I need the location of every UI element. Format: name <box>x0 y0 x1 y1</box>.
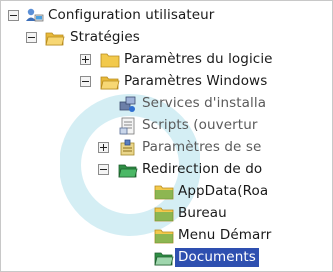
tree-item-label-selected: Documents <box>175 248 259 267</box>
expand-toggle[interactable] <box>80 54 91 65</box>
collapse-toggle[interactable] <box>98 164 109 175</box>
folder-open-icon <box>154 252 174 266</box>
tree-item-label: Paramètres du logicie <box>124 51 273 67</box>
tree-item-parametres-windows[interactable]: Paramètres Windows <box>0 72 333 93</box>
services-icon <box>119 96 136 112</box>
tree-item-label: Configuration utilisateur <box>48 7 215 23</box>
tree-item-appdata[interactable]: AppData(Roa <box>0 182 333 203</box>
tree-item-services-installation[interactable]: Services d'installa <box>0 94 333 115</box>
tree-item-label: Scripts (ouvertur <box>142 117 258 133</box>
tree-item-menu-demarrer[interactable]: Menu Démarr <box>0 226 333 247</box>
tree-item-label: Bureau <box>178 205 227 221</box>
folder-open-icon <box>45 32 65 46</box>
user-config-icon <box>26 8 44 22</box>
tree-item-label: Paramètres Windows <box>124 73 268 89</box>
tree-item-label: Services d'installa <box>142 95 267 111</box>
script-icon <box>119 117 135 135</box>
tree-item-parametres-logiciel[interactable]: Paramètres du logicie <box>0 50 333 71</box>
collapse-toggle[interactable] <box>8 10 19 21</box>
tree-item-label: Menu Démarr <box>178 227 272 243</box>
tree-item-scripts[interactable]: Scripts (ouvertur <box>0 116 333 137</box>
expand-toggle[interactable] <box>98 142 109 153</box>
tree-item-redirection-dossiers[interactable]: Redirection de do <box>0 160 333 181</box>
tree-item-label: Redirection de do <box>142 161 263 177</box>
collapse-toggle[interactable] <box>80 76 91 87</box>
folder-open-icon <box>100 76 120 90</box>
settings-icon <box>120 139 135 156</box>
tree-item-parametres-securite[interactable]: Paramètres de se <box>0 138 333 159</box>
folder-open-icon <box>118 164 138 178</box>
folder-icon <box>154 185 174 200</box>
tree-item-label: Stratégies <box>70 29 140 45</box>
tree-item-label: Paramètres de se <box>142 139 262 155</box>
collapse-toggle[interactable] <box>26 32 37 43</box>
folder-icon <box>154 229 174 244</box>
tree-item-strategies[interactable]: Stratégies <box>0 28 333 49</box>
tree-item-documents[interactable]: Documents <box>0 248 333 269</box>
folder-icon <box>100 53 120 68</box>
tree-item-configuration-utilisateur[interactable]: Configuration utilisateur <box>0 6 333 27</box>
tree-item-label: AppData(Roa <box>178 183 269 199</box>
folder-icon <box>154 207 174 222</box>
tree-item-bureau[interactable]: Bureau <box>0 204 333 225</box>
